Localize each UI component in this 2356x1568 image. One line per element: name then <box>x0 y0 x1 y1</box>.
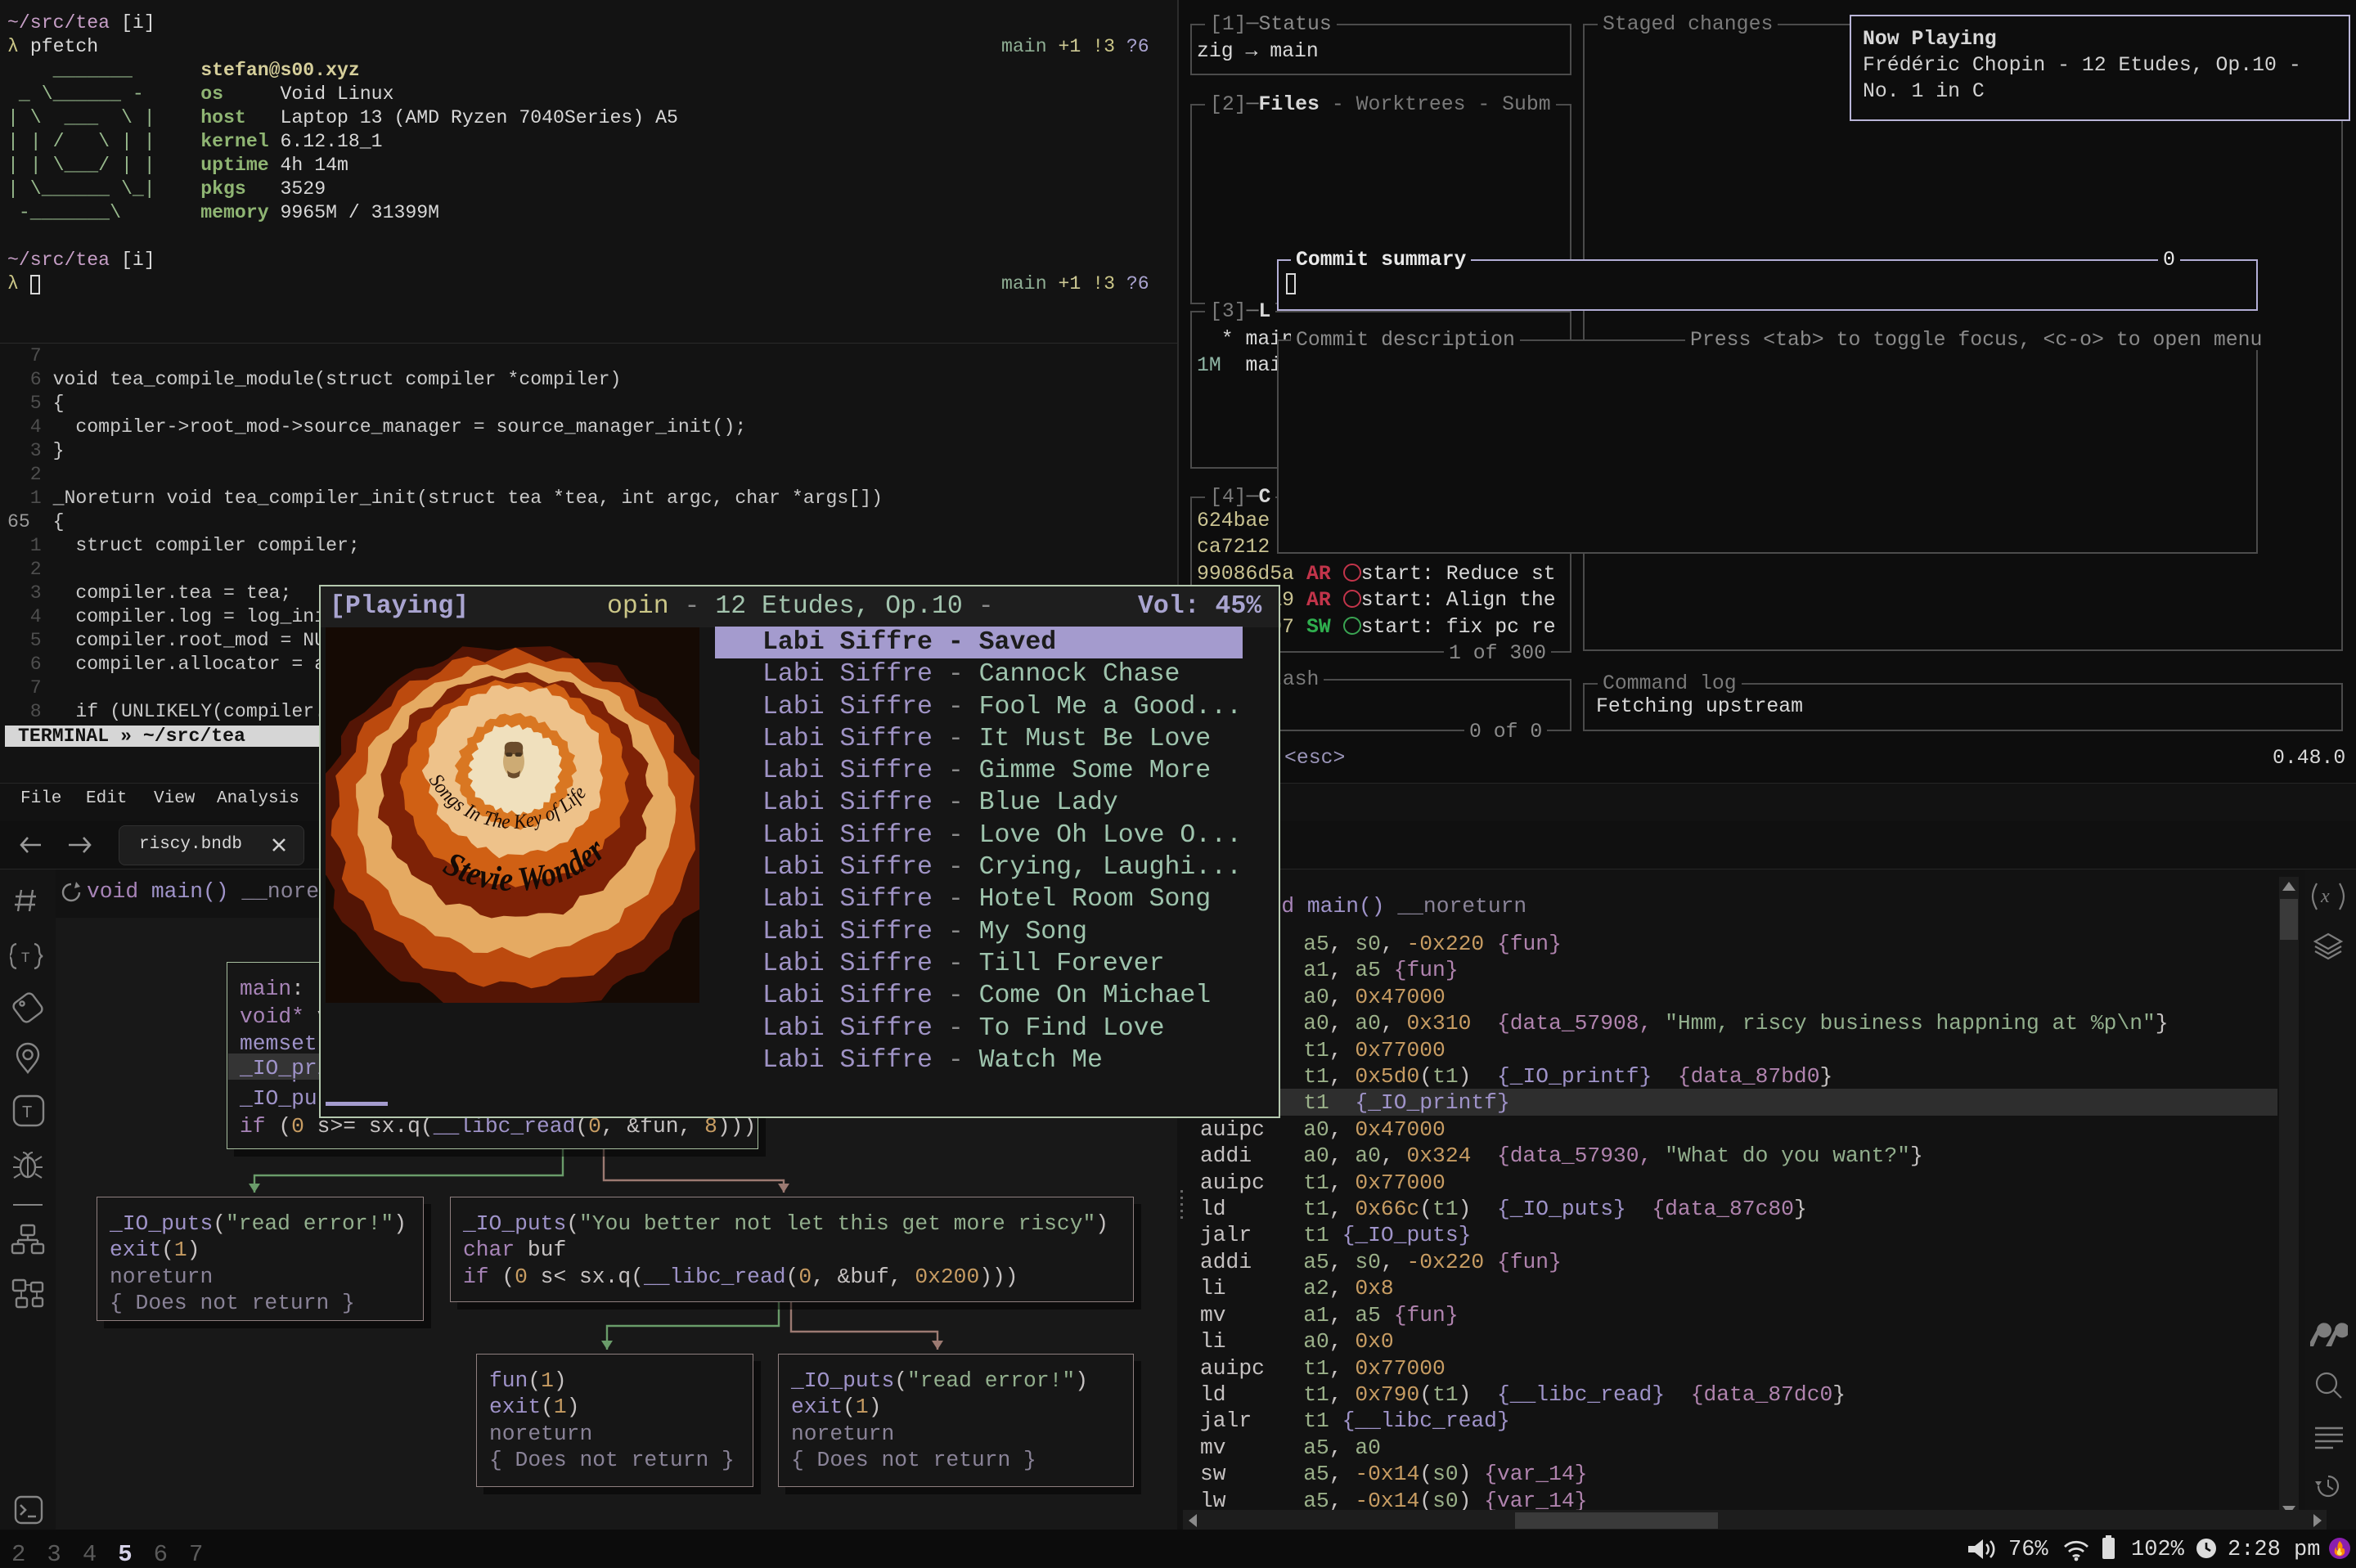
svg-text:T: T <box>22 1103 32 1121</box>
svg-text:x: x <box>2320 886 2330 907</box>
svg-text:T: T <box>21 950 29 965</box>
